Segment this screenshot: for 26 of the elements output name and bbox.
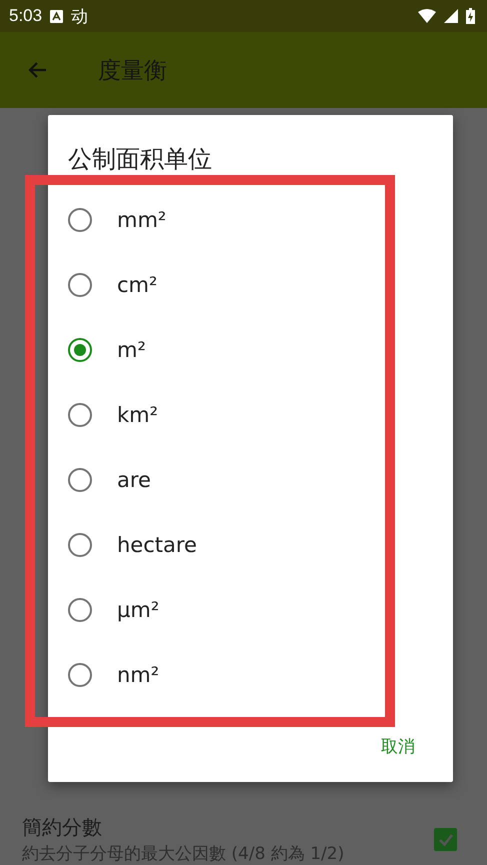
clock: 5:03 [9, 6, 42, 26]
radio-button[interactable] [68, 338, 92, 362]
radio-button[interactable] [68, 468, 92, 492]
radio-option[interactable]: mm² [48, 187, 453, 252]
radio-option[interactable]: are [48, 447, 453, 512]
radio-option[interactable]: cm² [48, 252, 453, 317]
radio-button[interactable] [68, 402, 92, 426]
cancel-button[interactable]: 取消 [381, 735, 415, 758]
radio-option[interactable]: µm² [48, 577, 453, 642]
radio-button[interactable] [68, 208, 92, 232]
radio-option[interactable]: nm² [48, 642, 453, 707]
radio-option[interactable]: km² [48, 382, 453, 447]
notification-icon [50, 10, 64, 22]
signal-icon [444, 9, 458, 23]
radio-button[interactable] [68, 662, 92, 686]
checkbox[interactable] [434, 828, 457, 851]
battery-icon [466, 8, 475, 24]
radio-option[interactable]: m² [48, 317, 453, 382]
radio-button[interactable] [68, 598, 92, 622]
notification-glyph: 动 [71, 6, 88, 28]
dialog-title: 公制面积单位 [67, 144, 213, 175]
radio-button[interactable] [68, 272, 92, 296]
radio-option[interactable]: hectare [48, 512, 453, 577]
radio-button[interactable] [68, 532, 92, 556]
wifi-icon [418, 9, 436, 23]
setting-title: 簡約分數 [22, 814, 103, 841]
